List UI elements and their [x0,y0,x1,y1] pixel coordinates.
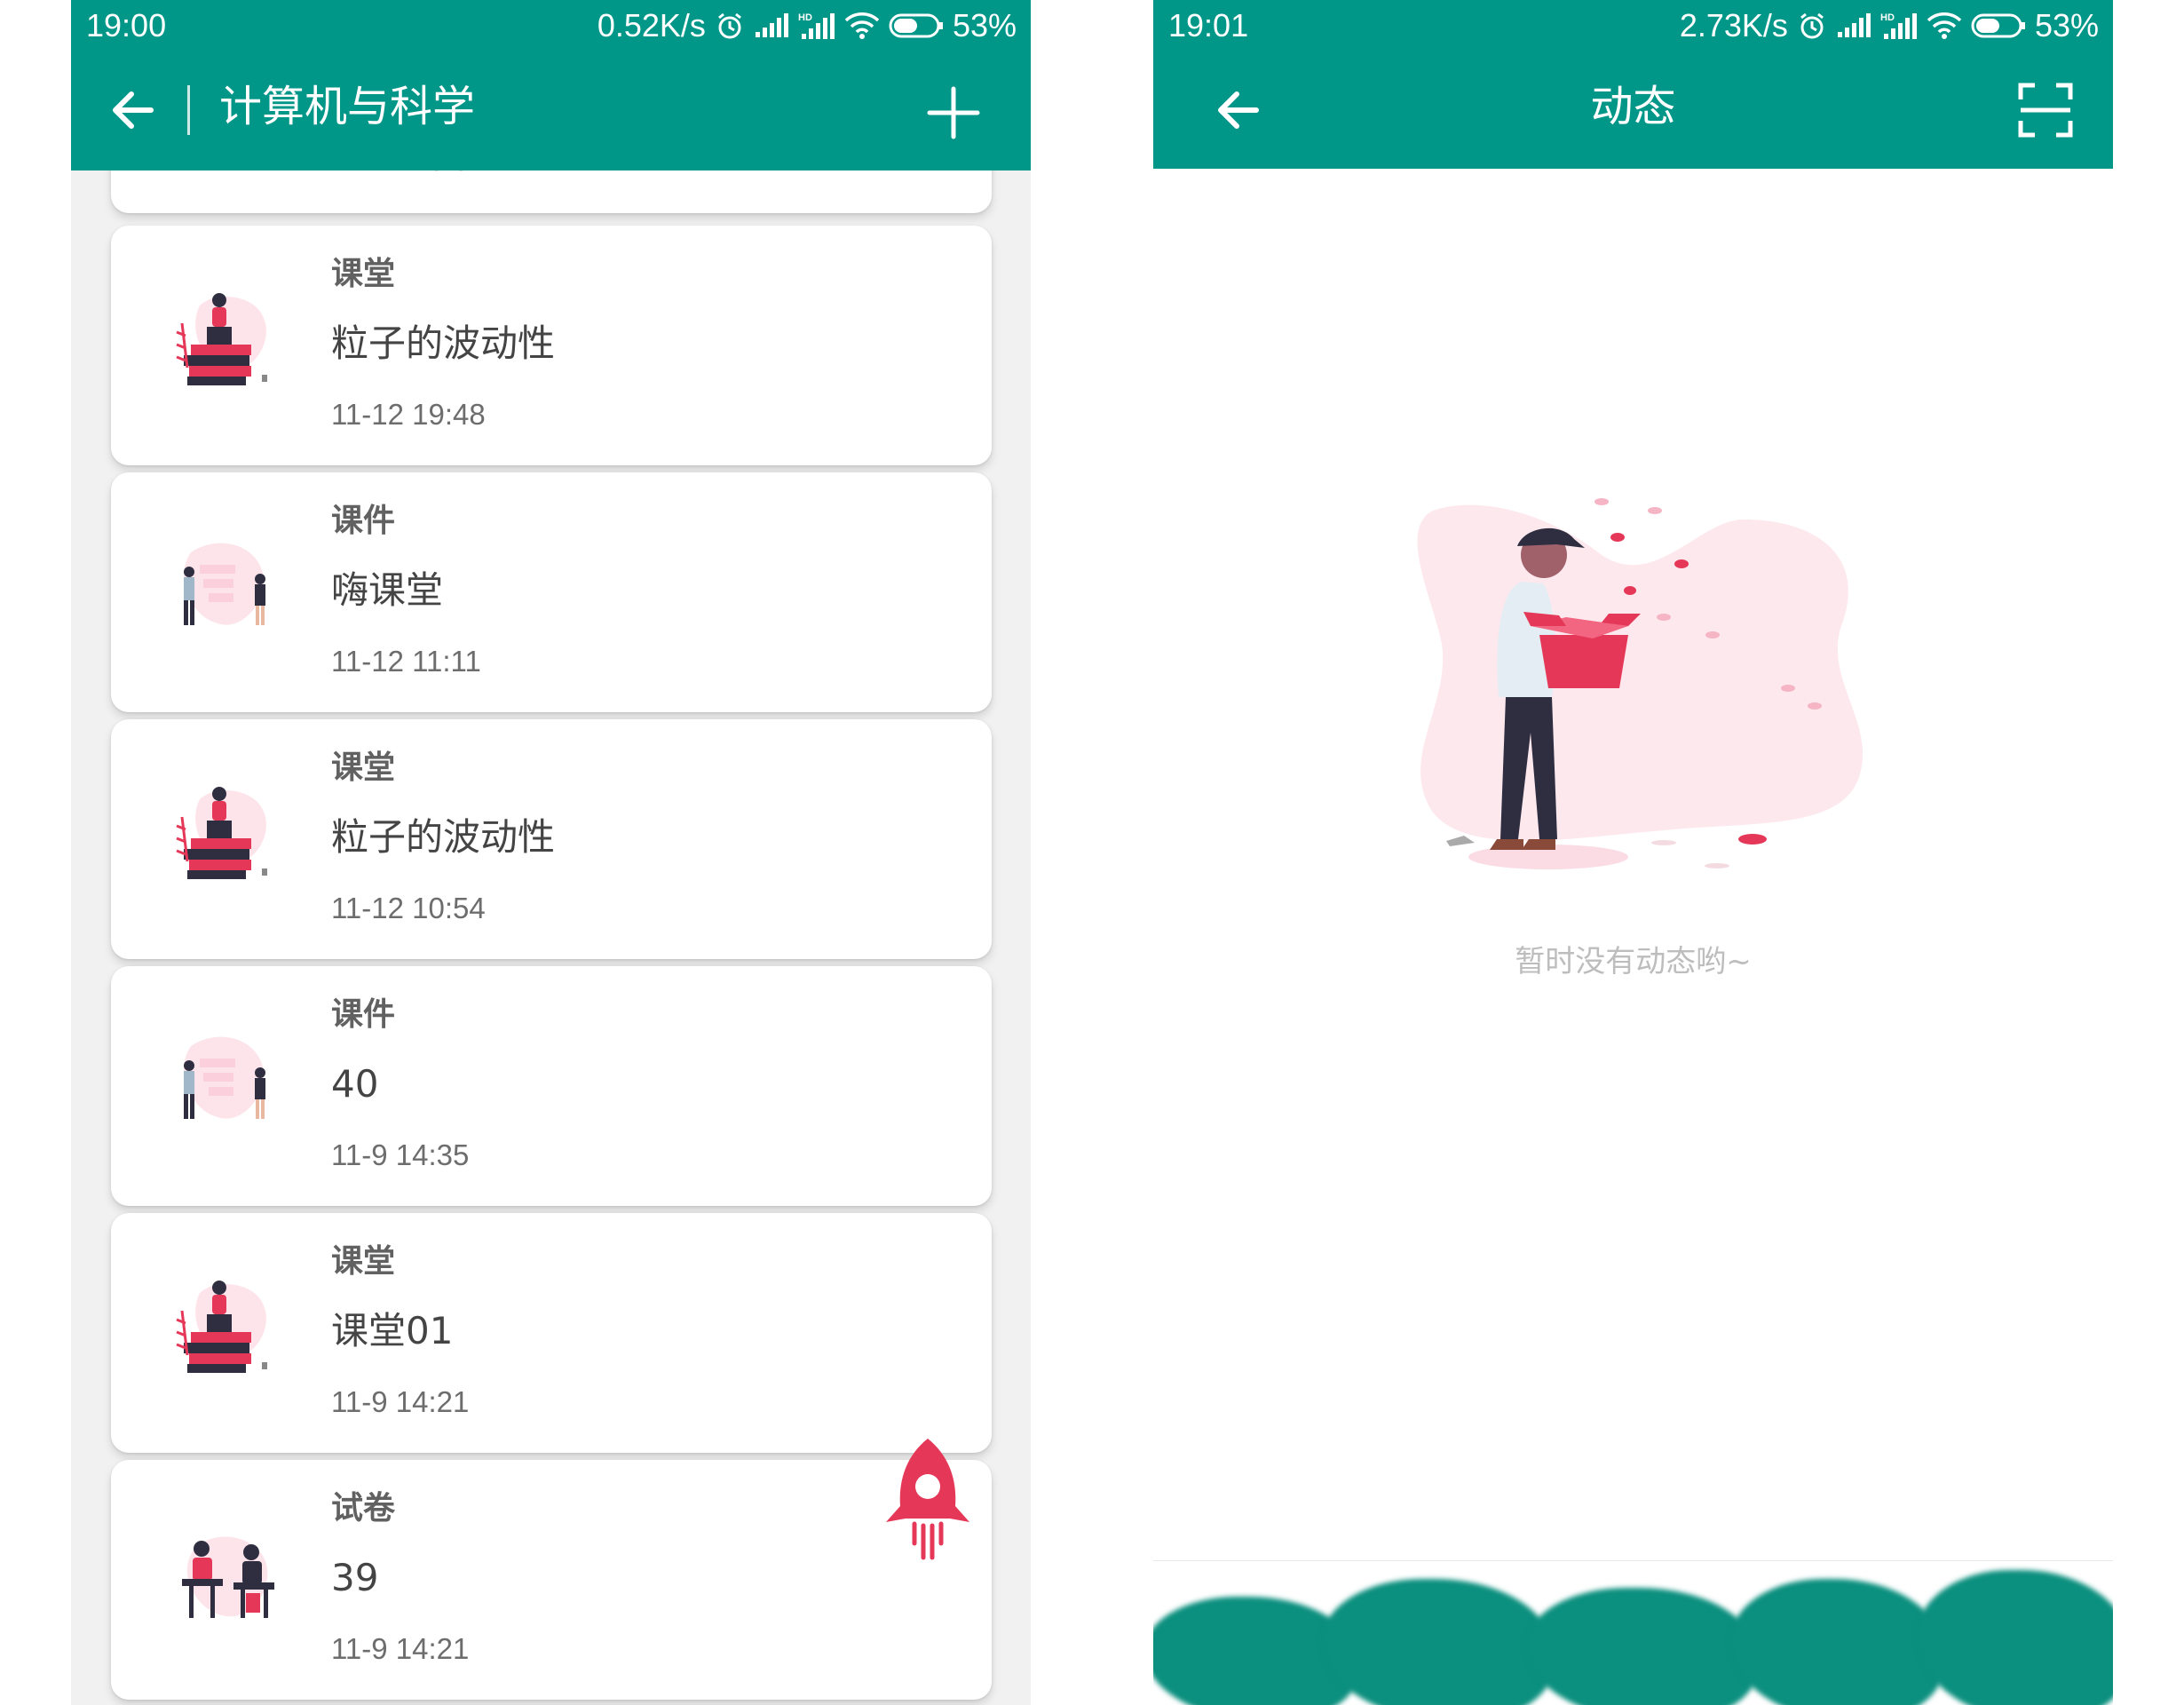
exam-illustration [182,1536,274,1618]
item-time: 11-9 14:21 [331,1385,470,1418]
list-item[interactable]: 课堂 粒子的波动性 11-12 19:48 [111,226,992,465]
list-item[interactable]: 课堂 粒子的波动性 11-12 10:54 [111,719,992,959]
item-type: 试卷 [331,1490,396,1527]
status-time: 19:01 [1168,7,1249,44]
page-title: 计算机与科学 [219,82,476,131]
wifi-icon [844,12,880,39]
item-type: 课堂 [331,256,396,292]
bottom-navigation[interactable] [1153,1560,2113,1705]
man-with-gift-box-illustration [1417,498,1864,869]
item-type: 课件 [331,996,396,1033]
presentation-illustration [183,543,265,625]
item-name: 嗨课堂 [331,568,444,612]
hd-signal-icon: HD [798,12,835,39]
status-bar: 19:01 2.73K/s HD 53% [1153,0,2113,52]
battery-percent: 53% [952,7,1017,44]
list-item[interactable]: 试卷 39 11-9 14:21 [111,1460,992,1700]
bottom-tab[interactable] [1526,1588,1757,1705]
status-time: 19:00 [86,7,167,44]
item-type: 课件 [331,503,396,539]
scan-icon[interactable] [2017,82,2074,139]
network-speed: 0.52K/s [597,7,706,44]
app-bar: 动态 [1153,52,2113,169]
status-indicators: 0.52K/s HD 53% [597,0,1017,52]
item-name: 课堂01 [331,1309,454,1352]
item-time: 11-12 10:54 [331,892,486,924]
list-item[interactable]: 课件 40 11-9 14:35 [111,966,992,1206]
bottom-tab[interactable] [1730,1579,1943,1705]
wifi-icon [1927,12,1962,39]
signal-icon [755,13,788,37]
svg-text:HD: HD [1880,12,1895,23]
item-name: 40 [331,1062,379,1106]
plus-icon[interactable] [926,85,981,140]
title-divider [187,85,190,135]
rocket-icon[interactable] [879,1437,977,1561]
status-indicators: 2.73K/s HD 53% [1680,0,2099,52]
left-screen: 19:00 0.52K/s HD 53% 计算机与科学 11-14 10:0 [71,0,1031,1705]
item-time: 11-14 10:0 [331,170,469,181]
list-item[interactable]: 11-14 10:0 [111,170,992,213]
bottom-tab[interactable] [1917,1570,2113,1705]
item-name: 粒子的波动性 [331,321,556,365]
right-screen: 19:01 2.73K/s HD 53% 动态 暂时没有动态哟~ [1153,0,2113,1705]
reading-books-illustration [176,1281,267,1373]
item-name: 粒子的波动性 [331,815,556,859]
signal-icon [1837,13,1871,37]
item-time: 11-12 19:48 [331,398,486,431]
list-item[interactable]: 课件 嗨课堂 11-12 11:11 [111,472,992,712]
reading-books-illustration [176,787,267,879]
battery-icon [889,13,943,38]
empty-state-text: 暂时没有动态哟~ [1515,944,1752,979]
app-bar: 计算机与科学 [71,52,1031,170]
item-time: 11-9 14:35 [331,1138,470,1171]
presentation-illustration [183,1036,265,1119]
item-type: 课堂 [331,1243,396,1280]
item-type: 课堂 [331,749,396,786]
reading-books-illustration [176,293,267,385]
arrow-left-icon[interactable] [105,82,162,139]
item-name: 39 [331,1556,379,1599]
alarm-icon [718,12,741,39]
network-speed: 2.73K/s [1679,7,1788,44]
status-bar: 19:00 0.52K/s HD 53% [71,0,1031,52]
battery-icon [1971,13,2025,38]
svg-text:HD: HD [798,12,812,23]
bottom-tab[interactable] [1322,1579,1553,1705]
hd-signal-icon: HD [1880,12,1917,39]
page-title: 动态 [1590,82,1676,131]
alarm-icon [1800,12,1824,39]
list-item[interactable]: 课堂 课堂01 11-9 14:21 [111,1213,992,1453]
item-time: 11-12 11:11 [331,645,481,678]
battery-percent: 53% [2034,7,2099,44]
item-time: 11-9 14:21 [331,1632,470,1665]
